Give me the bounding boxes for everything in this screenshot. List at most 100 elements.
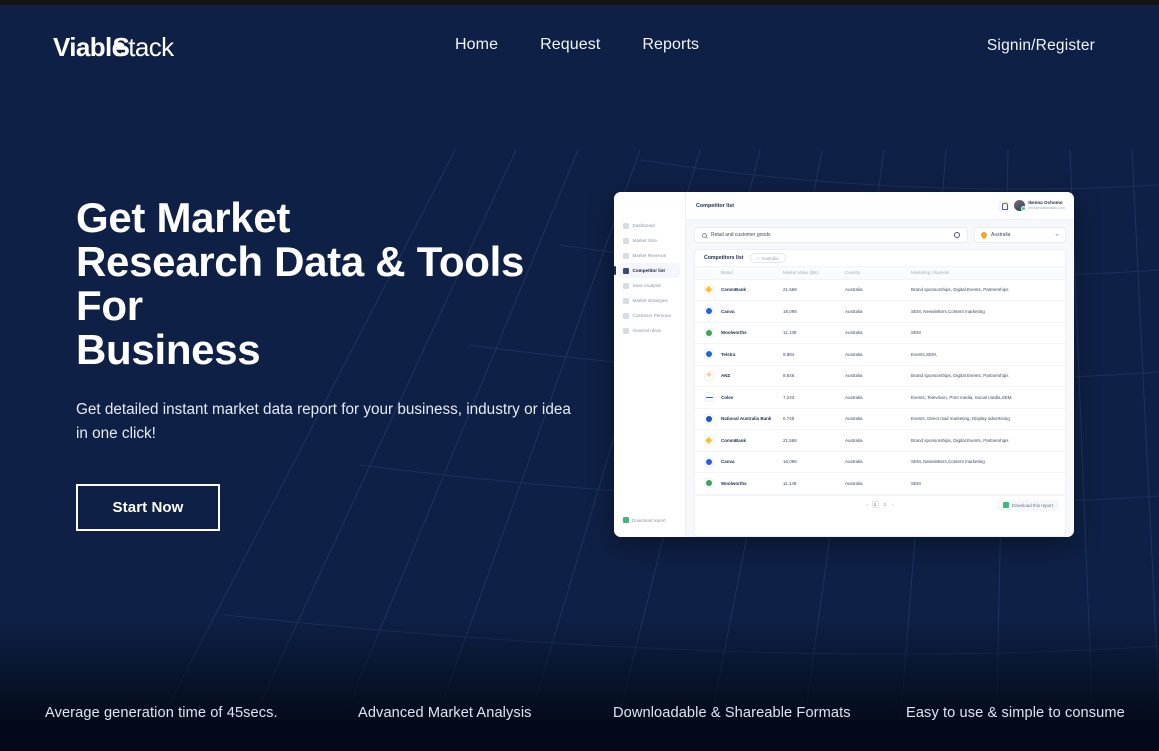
cell-market-value: 6,745 [779,408,841,430]
search-row: Retail and customer goods Australia [694,227,1066,243]
pagination-prev[interactable]: ‹ [867,502,868,507]
table-row[interactable]: CommBank 21,568 Australia Brand sponsorship… [695,429,1065,452]
country-value: Australia [991,232,1011,238]
sidebar-download-report-button[interactable]: Download report [623,517,666,523]
cell-country: Australia [841,472,907,495]
hero-title-line-3: For [76,282,143,329]
pagination-page-1[interactable]: 1 [871,500,879,508]
download-icon [1002,502,1009,509]
sidebar-item-competitor-list[interactable]: Competitor list [614,263,680,278]
brand-mark [706,415,712,422]
signin-register-link[interactable]: Signin/Register [987,37,1095,55]
cell-market-value: 11,149 [779,322,841,344]
download-this-report-button[interactable]: Download this report [996,499,1059,511]
cell-marketing-channels: SEM, Newsletters,Content marketing [907,451,1065,473]
cell-brand: ANZ [717,365,779,387]
column-header-market-value[interactable]: Market Value ($m) [779,267,841,280]
cell-brand-logo [695,343,717,366]
cell-market-value: 16,098 [779,451,841,473]
logo[interactable]: ViableStack [53,32,174,63]
main-navigation: Home Request Reports [455,36,699,54]
cell-marketing-channels: SEM [907,322,1065,344]
brand-logo-icon: ✳ [704,370,714,381]
nav-item-reports[interactable]: Reports [642,36,699,54]
cell-country: Australia [841,279,907,301]
table-row[interactable]: ✳ ANZ 8,846 Australia Brand sponsorships, Di… [695,365,1065,387]
feature-item-2: Downloadable & Shareable Formats [613,705,851,721]
table-header: Brand Market Value ($m) Country Marketin… [695,267,1065,280]
sidebar-item-market-revenue[interactable]: Market Revenue [614,248,685,263]
search-left: Retail and customer goods [702,232,770,238]
sidebar-item-market-strategies[interactable]: Market strategies [614,293,685,308]
brand-logo-icon [704,284,714,295]
nav-item-request[interactable]: Request [540,36,600,54]
cell-country: Australia [841,451,907,473]
table-row[interactable]: Woolworths 11,149 Australia SEM [695,472,1065,495]
table-header-row: Brand Market Value ($m) Country Marketin… [695,267,1065,280]
landing-page: ViableStack Home Request Reports Signin/… [0,0,1159,751]
cell-marketing-channels: Events, Direct mail marketing, Display a… [907,408,1065,430]
start-now-button[interactable]: Start Now [76,484,220,531]
table-row[interactable]: National Australia Bank 6,745 Australia Eve… [695,408,1065,430]
competitor-list-icon [623,267,629,274]
cell-brand: CommBank [717,429,779,452]
cell-country: Australia [841,300,907,323]
cell-market-value: 21,568 [779,279,841,301]
user-profile[interactable]: Ikenna Ochomo hello@viablestack.com [1014,200,1065,212]
brand-mark [705,285,713,294]
pagination-next[interactable]: › [892,502,893,507]
sidebar-item-dashboard[interactable]: Dashboard [614,218,685,233]
cell-brand-logo [695,429,717,452]
sidebar-item-customer-persona[interactable]: Customer Persona [614,308,685,323]
pagination: ‹ 1 2 › [867,500,893,508]
sidebar-item-swot-analysis[interactable]: Swot Analysis [614,278,685,293]
table-row[interactable]: Telstra 9,984 Australia Events,SEM, [695,343,1065,366]
avatar [1014,200,1026,212]
search-icon [702,232,707,238]
brand-mark [706,351,712,358]
brand-mark [706,480,712,487]
competitors-list-card: Competitors list × Australia Brand Marke… [694,249,1066,537]
cell-marketing-channels: Brand sponsorships, Digital Events, Part… [907,429,1065,452]
search-input[interactable]: Retail and customer goods [694,227,968,243]
cell-brand: Woolworths [717,472,779,495]
gear-icon[interactable] [954,232,960,238]
sidebar-item-label: Market Size [632,238,657,243]
location-pin-icon [979,230,989,240]
column-header-marketing-channels: Marketing channels [907,267,1065,280]
filter-chip-australia[interactable]: × Australia [749,252,786,264]
dashboard-preview-mockup: Dashboard Market Size Market Revenue Com… [614,192,1074,537]
chip-remove-icon[interactable]: × [757,256,760,261]
table-row[interactable]: Woolworths 11,149 Australia SEM [695,322,1065,344]
table-row[interactable]: Coles 7,243 Australia Events, Television, P… [695,386,1065,409]
sidebar-item-general-news[interactable]: General news [614,323,685,338]
mockup-topbar: Competitor list Ikenna Ochomo hello@viab… [686,192,1074,220]
hero-title-line-1: Get Market [76,194,291,241]
cell-brand: Canva [717,451,779,473]
column-header-logo [695,267,717,280]
brand-mark [705,436,713,445]
sidebar-download-label: Download report [632,517,666,523]
brand-mark: ✳ [706,372,712,380]
list-card-header: Competitors list × Australia [695,250,1065,267]
country-select[interactable]: Australia [974,227,1066,243]
column-header-brand: Brand [717,267,779,280]
cell-brand: CommBank [717,279,779,301]
bell-icon[interactable] [998,200,1010,211]
cell-market-value: 9,984 [779,343,841,366]
table-row[interactable]: Canva 16,098 Australia SEM, Newsletters,Con… [695,300,1065,323]
sidebar-item-label: Customer Persona [632,313,671,318]
table-row[interactable]: Canva 16,098 Australia SEM, Newsletters,Con… [695,451,1065,473]
cell-marketing-channels: Events,SEM, [907,343,1065,366]
nav-item-home[interactable]: Home [455,36,498,54]
table-row[interactable]: CommBank 21,568 Australia Brand sponsorship… [695,279,1065,301]
dashboard-icon [623,222,629,229]
brand-logo-icon [704,478,714,489]
sidebar-item-market-size[interactable]: Market Size [614,233,685,248]
sidebar-item-label: Dashboard [632,223,655,228]
search-value: Retail and customer goods [711,232,771,238]
brand-logo-icon [704,435,714,446]
mockup-topbar-right: Ikenna Ochomo hello@viablestack.com [998,200,1065,212]
pagination-page-2[interactable]: 2 [882,501,889,508]
cell-country: Australia [841,429,907,452]
